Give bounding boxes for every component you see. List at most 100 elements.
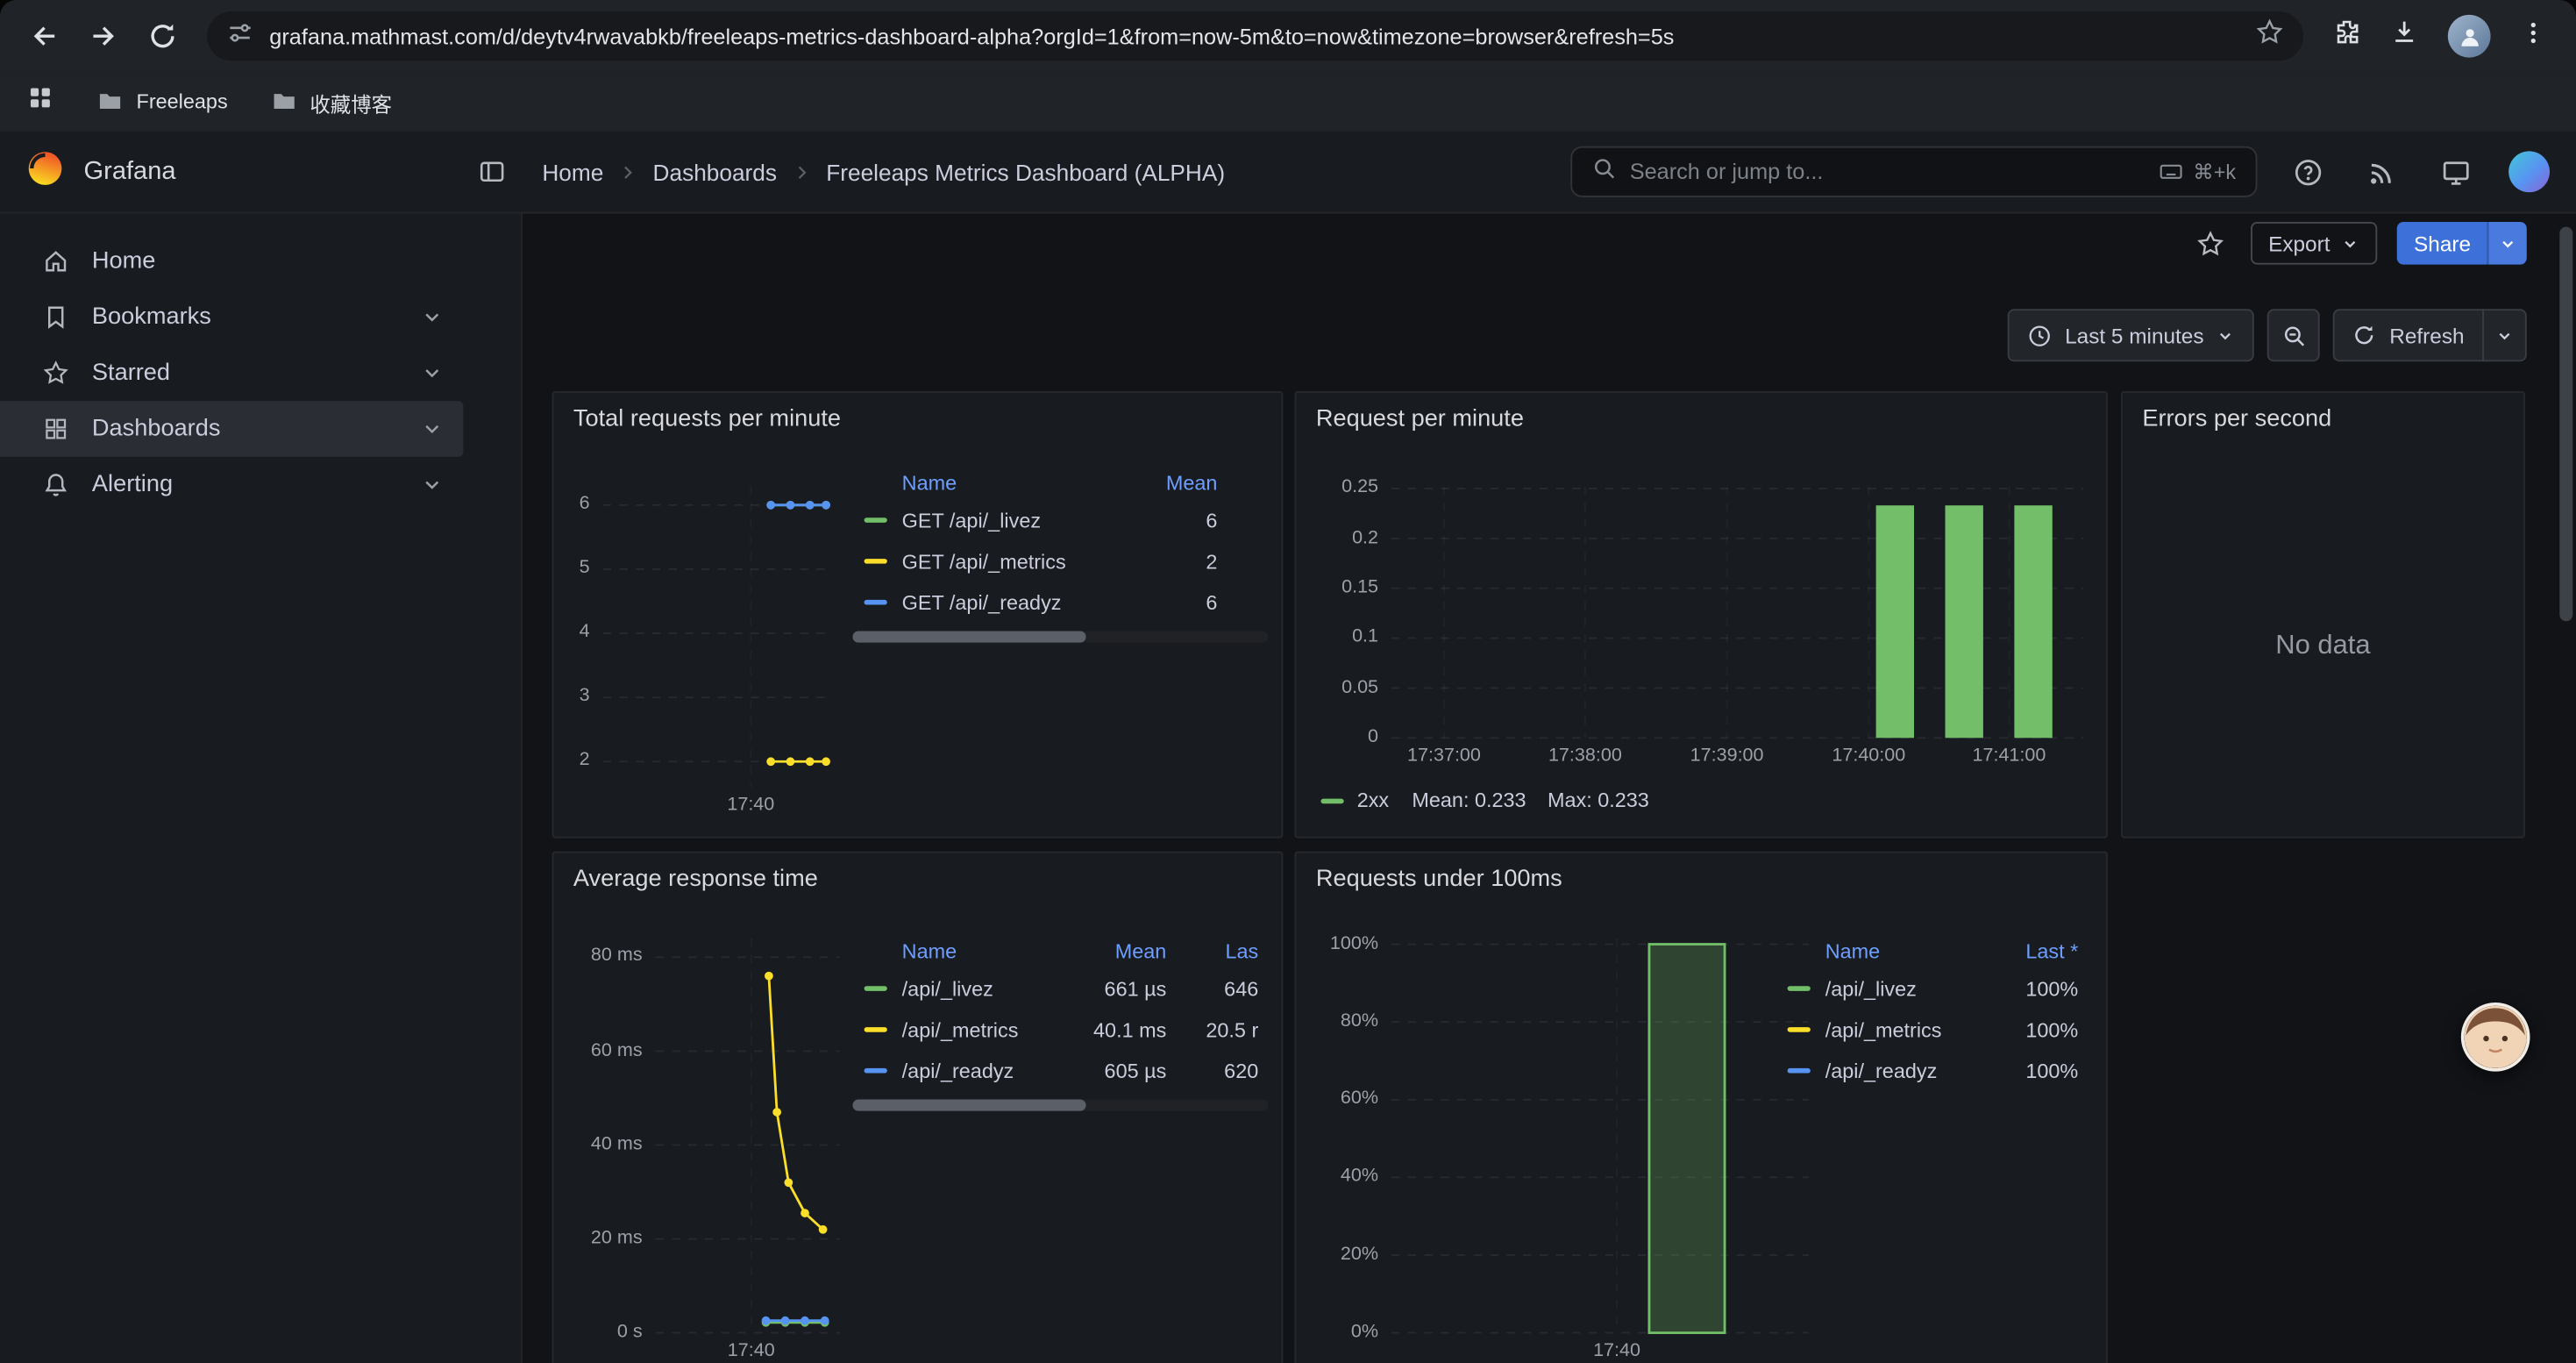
address-bar[interactable]: grafana.mathmast.com/d/deytv4rwavabkb/fr… <box>207 11 2303 61</box>
app-title: Grafana <box>84 157 176 187</box>
refresh-interval-caret[interactable] <box>2482 309 2527 361</box>
legend-row[interactable]: /api/_livez 100% <box>1775 968 2088 1010</box>
caret-down-icon <box>2217 326 2236 345</box>
average-response-time-chart[interactable]: 0 s20 ms40 ms60 ms80 ms17:40 <box>553 925 849 1363</box>
refresh-button[interactable]: Refresh <box>2334 309 2485 361</box>
floating-assistant-avatar[interactable] <box>2461 1003 2530 1072</box>
extensions-icon[interactable] <box>2333 18 2361 54</box>
sidebar-item-home[interactable]: Home <box>0 233 463 289</box>
request-per-minute-chart[interactable]: 00.050.10.150.20.2517:37:0017:38:0017:39… <box>1296 467 2089 779</box>
series-color-dash <box>865 600 887 605</box>
series-color-dash <box>865 559 887 564</box>
chevron-right-icon <box>792 162 811 182</box>
chevron-down-icon[interactable] <box>421 306 444 329</box>
legend-col-last[interactable]: Last * <box>1983 940 2079 963</box>
page-scrollbar[interactable] <box>2559 220 2572 1357</box>
chevron-down-icon[interactable] <box>421 361 444 384</box>
profile-avatar[interactable] <box>2448 15 2491 58</box>
scrollbar-thumb[interactable] <box>2559 227 2572 622</box>
panel-title[interactable]: Request per minute <box>1316 406 1524 432</box>
caret-down-icon <box>2499 234 2517 253</box>
legend-col-mean[interactable]: Mean <box>1068 940 1166 963</box>
panel-average-response-time: Average response time 0 s20 ms40 ms60 ms… <box>552 852 1284 1363</box>
panel-title[interactable]: Errors per second <box>2142 406 2331 432</box>
grafana-logo[interactable] <box>26 149 64 195</box>
user-avatar[interactable] <box>2508 151 2550 192</box>
chevron-down-icon[interactable] <box>421 417 444 440</box>
panel-title[interactable]: Average response time <box>573 866 818 892</box>
search-field[interactable] <box>1630 160 2145 184</box>
breadcrumb-home[interactable]: Home <box>542 159 603 185</box>
chevron-right-icon <box>618 162 637 182</box>
sidebar-item-dashboards[interactable]: Dashboards <box>0 401 463 457</box>
total-requests-chart[interactable]: 2345617:40 <box>553 470 846 824</box>
bell-icon <box>43 472 69 498</box>
share-button[interactable]: Share <box>2397 222 2487 265</box>
rss-icon[interactable] <box>2361 150 2404 193</box>
legend-col-name[interactable]: Name <box>902 472 1119 495</box>
search-input[interactable]: ⌘+k <box>1570 146 2257 197</box>
bookmark-icon <box>43 304 69 331</box>
legend-row[interactable]: /api/_readyz 605 µs 620 <box>852 1050 1268 1091</box>
forward-icon[interactable] <box>75 8 132 64</box>
sidebar-item-bookmarks[interactable]: Bookmarks <box>0 289 463 346</box>
series-color-dash <box>865 517 887 523</box>
breadcrumb-current: Freeleaps Metrics Dashboard (ALPHA) <box>826 159 1225 185</box>
nav-menu: Home Bookmarks Starred <box>0 214 523 1363</box>
reload-icon[interactable] <box>135 8 191 64</box>
legend-row[interactable]: /api/_livez 661 µs 646 <box>852 968 1268 1010</box>
legend-row[interactable]: GET /api/_livez 6 <box>852 500 1268 541</box>
legend-col-last[interactable]: Las <box>1166 940 1258 963</box>
panel-total-requests-per-minute: Total requests per minute 2345617:40 Nam… <box>552 391 1284 838</box>
share-caret-button[interactable] <box>2487 222 2527 265</box>
bookmark-star-icon[interactable] <box>2256 18 2284 54</box>
series-color-dash <box>865 1027 887 1032</box>
requests-under-100ms-chart[interactable]: 0%20%40%60%80%100%17:40 <box>1296 925 1822 1363</box>
sidebar-item-alerting[interactable]: Alerting <box>0 457 463 513</box>
back-icon[interactable] <box>17 8 73 64</box>
legend-row[interactable]: /api/_metrics 40.1 ms 20.5 r <box>852 1009 1268 1050</box>
help-icon[interactable] <box>2287 150 2330 193</box>
series-color-dash <box>1320 798 1343 803</box>
scrollbar-thumb[interactable] <box>852 1100 1085 1111</box>
legend-scrollbar[interactable] <box>852 1100 1268 1111</box>
panel-title[interactable]: Total requests per minute <box>573 406 841 432</box>
clock-icon <box>2027 323 2052 347</box>
time-range-picker[interactable]: Last 5 minutes <box>2008 309 2255 361</box>
bookmark-folder-freeleaps[interactable]: Freeleaps <box>97 86 228 118</box>
legend-table: Name Mean GET /api/_livez 6 GET /api/_me… <box>852 467 1268 642</box>
grafana-app: Grafana Home Dashboards Freeleaps Metric… <box>0 132 2576 1363</box>
grafana-header: Grafana Home Dashboards Freeleaps Metric… <box>0 132 2576 214</box>
download-icon[interactable] <box>2390 18 2418 54</box>
monitor-icon[interactable] <box>2435 150 2478 193</box>
dashboard-actions: Export Share <box>2189 220 2527 266</box>
legend-row[interactable]: /api/_readyz 100% <box>1775 1050 2088 1091</box>
legend-item-2xx[interactable]: 2xx Mean: 0.233 Max: 0.233 <box>1320 789 1670 811</box>
browser-toolbar: grafana.mathmast.com/d/deytv4rwavabkb/fr… <box>0 0 2576 72</box>
legend-col-name[interactable]: Name <box>1825 940 1983 963</box>
bookmark-folder-blogs[interactable]: 收藏博客 <box>270 86 392 118</box>
export-button[interactable]: Export <box>2250 222 2377 265</box>
bookmark-label: 收藏博客 <box>310 86 392 118</box>
panel-title[interactable]: Requests under 100ms <box>1316 866 1562 892</box>
zoom-out-button[interactable] <box>2268 309 2321 361</box>
legend-col-name[interactable]: Name <box>902 940 1068 963</box>
url-text[interactable]: grafana.mathmast.com/d/deytv4rwavabkb/fr… <box>269 24 2239 48</box>
menu-icon[interactable] <box>2520 19 2546 54</box>
mega-menu-toggle-icon[interactable] <box>472 151 513 192</box>
legend-row[interactable]: GET /api/_readyz 6 <box>852 582 1268 623</box>
favorite-star-icon[interactable] <box>2189 223 2231 264</box>
sidebar-item-starred[interactable]: Starred <box>0 345 463 401</box>
zoom-out-icon <box>2282 323 2307 347</box>
series-color-dash <box>865 986 887 991</box>
legend-row[interactable]: GET /api/_metrics 2 <box>852 540 1268 582</box>
chevron-down-icon[interactable] <box>421 474 444 496</box>
legend-row[interactable]: /api/_metrics 100% <box>1775 1009 2088 1050</box>
breadcrumb-dashboards[interactable]: Dashboards <box>653 159 777 185</box>
site-settings-icon[interactable] <box>227 19 253 54</box>
legend-col-mean[interactable]: Mean <box>1119 472 1217 495</box>
apps-grid-icon[interactable] <box>26 84 54 120</box>
scrollbar-thumb[interactable] <box>852 632 1085 643</box>
legend-scrollbar[interactable] <box>852 632 1268 643</box>
series-color-dash <box>1788 1068 1811 1074</box>
